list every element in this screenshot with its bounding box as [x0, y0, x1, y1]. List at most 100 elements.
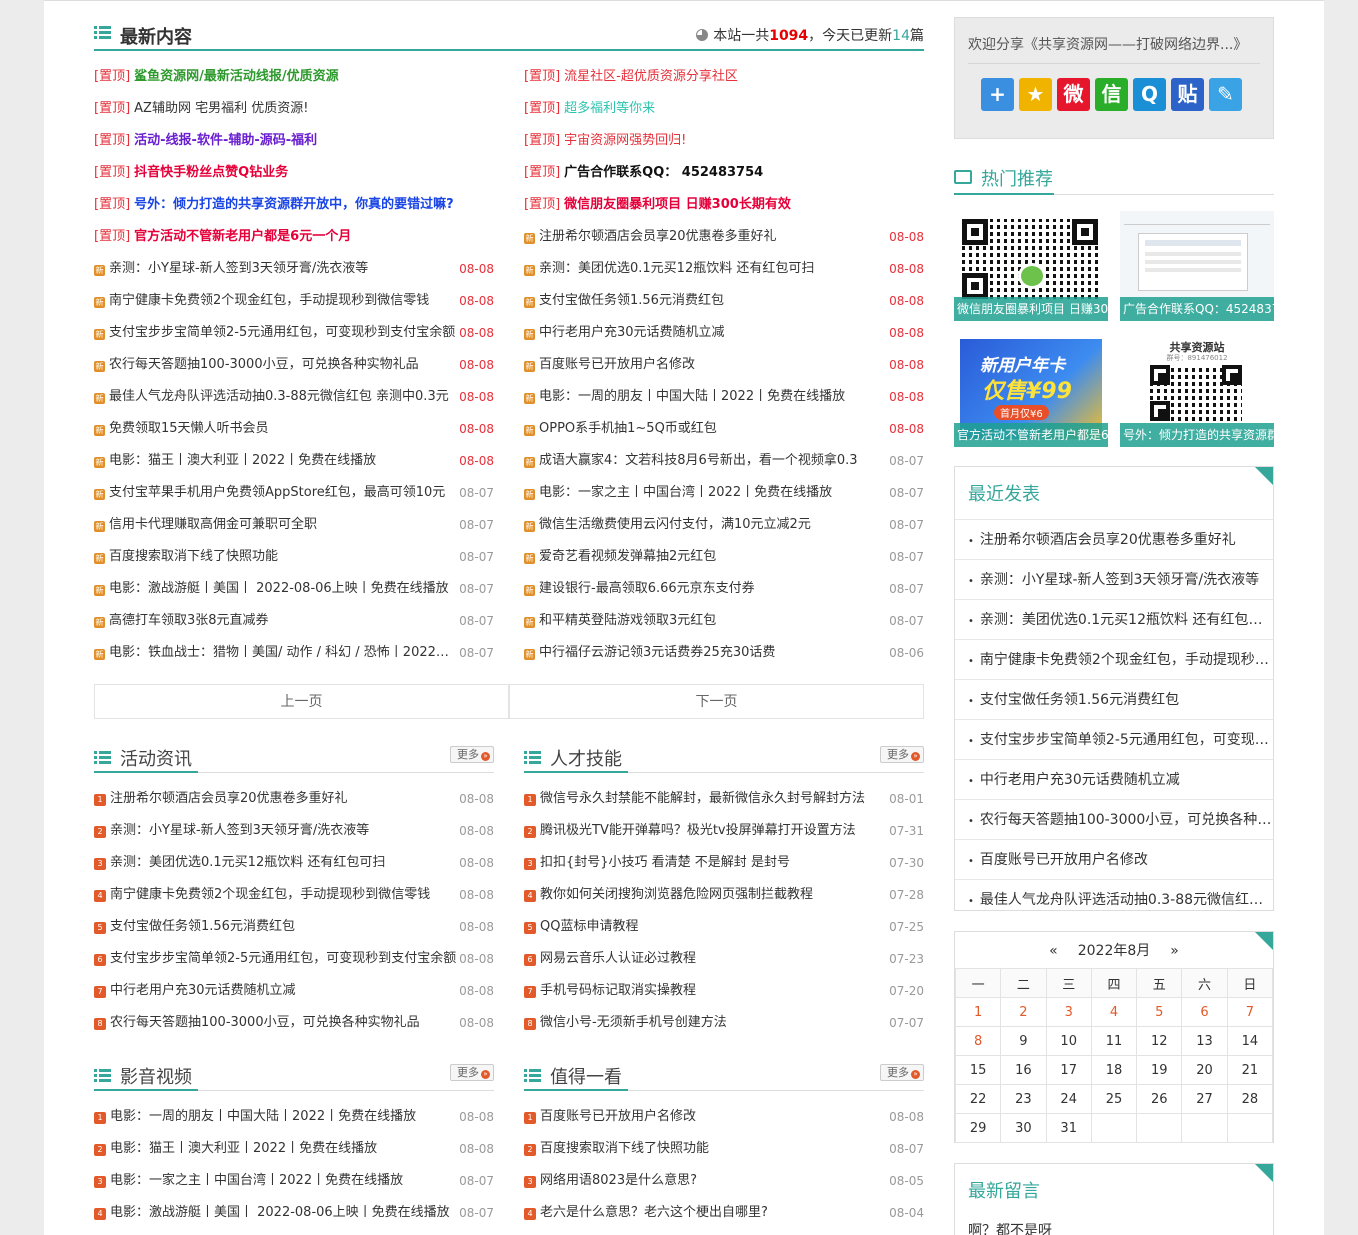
item-title[interactable]: 信用卡代理赚取高佣金可兼职可全职 [109, 509, 317, 541]
list-item[interactable]: 2 腾讯极光TV能开弹幕吗？极光tv投屏弹幕打开设置方法 07-31 [524, 815, 924, 847]
recent-post-link[interactable]: 注册希尔顿酒店会员享20优惠卷多重好礼 [955, 519, 1273, 559]
list-item[interactable]: 新支付宝步步宝简单领2-5元通用红包，可变现秒到支付宝余额 08-08 [94, 317, 494, 349]
list-item[interactable]: 新支付宝做任务领1.56元消费红包 08-08 [524, 285, 924, 317]
hot-thumb-2[interactable]: 广告合作联系QQ：452483754 [1120, 211, 1274, 321]
item-title[interactable]: 抖音快手粉丝点赞Q钻业务 [134, 157, 288, 189]
recent-post-link[interactable]: 农行每天答题抽100-3000小豆，可兑换各种实物礼品 [955, 799, 1273, 839]
item-title[interactable]: 支付宝步步宝简单领2-5元通用红包，可变现秒到支付宝余额 [109, 317, 455, 349]
item-title[interactable]: 高德打车领取3张8元直减券 [109, 605, 269, 637]
list-item[interactable]: 新百度搜索取消下线了快照功能 08-07 [94, 541, 494, 573]
list-item[interactable]: 4 老六是什么意思？老六这个梗出自哪里? 08-04 [524, 1197, 924, 1229]
list-item[interactable]: 1 百度账号已开放用户名修改 08-08 [524, 1101, 924, 1133]
recent-post-link[interactable]: 支付宝做任务领1.56元消费红包 [955, 679, 1273, 719]
calendar-day[interactable]: 3 [1045, 997, 1092, 1027]
item-title[interactable]: 亲测：美团优选0.1元买12瓶饮料 还有红包可扫 [110, 847, 385, 879]
item-title[interactable]: 腾讯极光TV能开弹幕吗？极光tv投屏弹幕打开设置方法 [540, 815, 856, 847]
list-item[interactable]: 新最佳人气龙舟队评选活动抽0.3-88元微信红包 亲测中0.3元 08-08 [94, 381, 494, 413]
calendar-day[interactable]: 2 [1000, 997, 1047, 1027]
calendar-day[interactable]: 6 [1181, 997, 1228, 1027]
list-item[interactable]: 新高德打车领取3张8元直减券 08-07 [94, 605, 494, 637]
hot-thumb-1[interactable]: 微信朋友圈暴利项目 日赚300长期有效 [954, 211, 1108, 321]
list-item[interactable]: 1 注册希尔顿酒店会员享20优惠卷多重好礼 08-08 [94, 783, 494, 815]
list-item[interactable]: 8 微信小号-无须新手机号创建方法 07-07 [524, 1007, 924, 1039]
list-item[interactable]: 3 扣扣{封号}小技巧 看清楚 不是解封 是封号 07-30 [524, 847, 924, 879]
item-title[interactable]: 中行老用户充30元话费随机立减 [539, 317, 725, 349]
next-page-button[interactable]: 下一页 [509, 684, 924, 719]
list-item[interactable]: [置顶] 官方活动不管新老用户都是6元一个月 [94, 221, 494, 253]
hot-thumb-4[interactable]: 共享资源站 群号：891476012 号外：倾力打造的共享资源群开放中 [1120, 337, 1274, 447]
list-item[interactable]: 新免费领取15天懒人听书会员 08-08 [94, 413, 494, 445]
item-title[interactable]: AZ辅助网 宅男福利 优质资源! [134, 93, 308, 125]
list-item[interactable]: 3 网络用语8023是什么意思? 08-05 [524, 1165, 924, 1197]
item-title[interactable]: 电影：激战游艇丨美国丨 2022-08-06上映丨免费在线播放 [109, 573, 449, 605]
list-item[interactable]: [置顶] 广告合作联系QQ： 452483754 [524, 157, 924, 189]
weibo-icon[interactable]: 微 [1057, 78, 1090, 111]
item-title[interactable]: 网易云音乐人认证必过教程 [540, 943, 696, 975]
item-title[interactable]: 手机号码标记取消实操教程 [540, 975, 696, 1007]
qq-icon[interactable]: Q [1133, 78, 1166, 111]
list-item[interactable]: 3 亲测：美团优选0.1元买12瓶饮料 还有红包可扫 08-08 [94, 847, 494, 879]
list-item[interactable]: 2 电影：猫王丨澳大利亚丨2022丨免费在线播放 08-08 [94, 1133, 494, 1165]
list-item[interactable]: 5 支付宝做任务领1.56元消费红包 08-08 [94, 911, 494, 943]
list-item[interactable]: 新电影：猫王丨澳大利亚丨2022丨免费在线播放 08-08 [94, 445, 494, 477]
list-item[interactable]: 新亲测：小Y星球-新人签到3天领牙膏/洗衣液等 08-08 [94, 253, 494, 285]
wechat-icon[interactable]: 信 [1095, 78, 1128, 111]
item-title[interactable]: OPPO系手机抽1~5Q币或红包 [539, 413, 717, 445]
list-item[interactable]: 2 百度搜索取消下线了快照功能 08-07 [524, 1133, 924, 1165]
list-item[interactable]: 新电影：激战游艇丨美国丨 2022-08-06上映丨免费在线播放 08-07 [94, 573, 494, 605]
item-title[interactable]: QQ蓝标申请教程 [540, 911, 638, 943]
comment-text[interactable]: 啊？都不是呀 [968, 1220, 1052, 1235]
item-title[interactable]: 百度搜索取消下线了快照功能 [109, 541, 278, 573]
item-title[interactable]: 农行每天答题抽100-3000小豆，可兑换各种实物礼品 [110, 1007, 420, 1039]
list-item[interactable]: 新亲测：美团优选0.1元买12瓶饮料 还有红包可扫 08-08 [524, 253, 924, 285]
item-title[interactable]: 爱奇艺看视频发弹幕抽2元红包 [539, 541, 716, 573]
item-title[interactable]: 电影：一家之主丨中国台湾丨2022丨免费在线播放 [539, 477, 832, 509]
item-title[interactable]: 微信小号-无须新手机号创建方法 [540, 1007, 727, 1039]
item-title[interactable]: 电影：激战游艇丨美国丨 2022-08-06上映丨免费在线播放 [110, 1197, 450, 1229]
list-item[interactable]: 6 支付宝步步宝简单领2-5元通用红包，可变现秒到支付宝余额 08-08 [94, 943, 494, 975]
list-item[interactable]: [置顶] 宇宙资源网强势回归! [524, 125, 924, 157]
recent-post-link[interactable]: 最佳人气龙舟队评选活动抽0.3-88元微信红包 亲测中0.3元 [955, 879, 1273, 919]
list-item[interactable]: 新支付宝苹果手机用户免费领AppStore红包，最高可领10元 08-07 [94, 477, 494, 509]
calendar-day[interactable]: 5 [1136, 997, 1183, 1027]
item-title[interactable]: 官方活动不管新老用户都是6元一个月 [134, 221, 351, 253]
item-title[interactable]: 支付宝做任务领1.56元消费红包 [539, 285, 724, 317]
list-item[interactable]: 新信用卡代理赚取高佣金可兼职可全职 08-07 [94, 509, 494, 541]
list-item[interactable]: 7 中行老用户充30元话费随机立减 08-08 [94, 975, 494, 1007]
item-title[interactable]: 老六是什么意思？老六这个梗出自哪里? [540, 1197, 768, 1229]
item-title[interactable]: 免费领取15天懒人听书会员 [109, 413, 269, 445]
list-item[interactable]: 3 电影：一家之主丨中国台湾丨2022丨免费在线播放 08-07 [94, 1165, 494, 1197]
list-item[interactable]: 4 南宁健康卡免费领2个现金红包，手动提现秒到微信零钱 08-08 [94, 879, 494, 911]
item-title[interactable]: 电影：一周的朋友丨中国大陆丨2022丨免费在线播放 [110, 1101, 416, 1133]
item-title[interactable]: 百度账号已开放用户名修改 [539, 349, 695, 381]
list-item[interactable]: 新成语大赢家4：文若科技8月6号新出，看一个视频拿0.3 08-07 [524, 445, 924, 477]
prev-page-button[interactable]: 上一页 [94, 684, 509, 719]
calendar-day[interactable]: 1 [954, 997, 1002, 1027]
item-title[interactable]: 微信朋友圈暴利项目 日赚300长期有效 [564, 189, 791, 221]
list-item[interactable]: 新电影：一家之主丨中国台湾丨2022丨免费在线播放 08-07 [524, 477, 924, 509]
recent-post-link[interactable]: 百度账号已开放用户名修改 [955, 839, 1273, 879]
list-item[interactable]: 5 QQ蓝标申请教程 07-25 [524, 911, 924, 943]
list-item[interactable]: 新农行每天答题抽100-3000小豆，可兑换各种实物礼品 08-08 [94, 349, 494, 381]
item-title[interactable]: 亲测：小Y星球-新人签到3天领牙膏/洗衣液等 [110, 815, 369, 847]
list-item[interactable]: 新 OPPO系手机抽1~5Q币或红包 08-08 [524, 413, 924, 445]
item-title[interactable]: 注册希尔顿酒店会员享20优惠卷多重好礼 [110, 783, 348, 815]
item-title[interactable]: 农行每天答题抽100-3000小豆，可兑换各种实物礼品 [109, 349, 419, 381]
item-title[interactable]: 支付宝苹果手机用户免费领AppStore红包，最高可领10元 [109, 477, 445, 509]
calendar-day[interactable]: 7 [1226, 997, 1274, 1027]
list-item[interactable]: 8 农行每天答题抽100-3000小豆，可兑换各种实物礼品 08-08 [94, 1007, 494, 1039]
list-item[interactable]: [置顶] 抖音快手粉丝点赞Q钻业务 [94, 157, 494, 189]
item-title[interactable]: 南宁健康卡免费领2个现金红包，手动提现秒到微信零钱 [109, 285, 429, 317]
list-item[interactable]: 2 亲测：小Y星球-新人签到3天领牙膏/洗衣液等 08-08 [94, 815, 494, 847]
list-item[interactable]: 1 电影：一周的朋友丨中国大陆丨2022丨免费在线播放 08-08 [94, 1101, 494, 1133]
item-title[interactable]: 中行老用户充30元话费随机立减 [110, 975, 296, 1007]
item-title[interactable]: 最佳人气龙舟队评选活动抽0.3-88元微信红包 亲测中0.3元 [109, 381, 449, 413]
qzone-icon[interactable]: ★ [1019, 78, 1052, 111]
list-item[interactable]: 新和平精英登陆游戏领取3元红包 08-07 [524, 605, 924, 637]
more-button[interactable]: 更多» [880, 1064, 924, 1081]
item-title[interactable]: 建设银行-最高领取6.66元京东支付券 [539, 573, 755, 605]
list-item[interactable]: [置顶] 超多福利等你来 [524, 93, 924, 125]
list-item[interactable]: [置顶] 活动-线报-软件-辅助-源码-福利 [94, 125, 494, 157]
list-item[interactable]: 新百度账号已开放用户名修改 08-08 [524, 349, 924, 381]
item-title[interactable]: 宇宙资源网强势回归! [564, 125, 686, 157]
